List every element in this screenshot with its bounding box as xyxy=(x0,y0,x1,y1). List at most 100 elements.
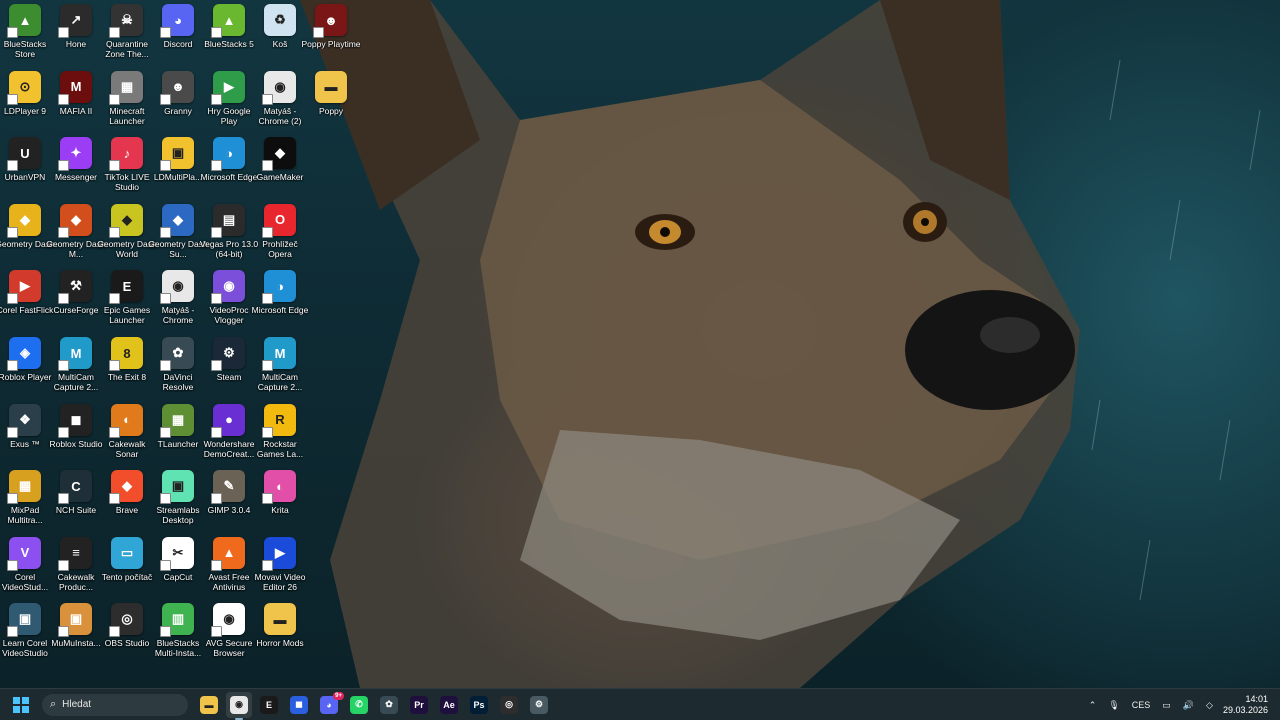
desktop-icon[interactable]: ✎ GIMP 3.0.4 xyxy=(203,470,255,534)
desktop-icon[interactable]: ▭ Tento počítač xyxy=(101,536,153,601)
desktop-icon[interactable]: ◐ Cakewalk Sonar xyxy=(101,403,153,468)
desktop-icon[interactable]: ☻ Granny xyxy=(152,70,204,135)
desktop-icon[interactable]: R Rockstar Games La... xyxy=(254,403,306,468)
whatsapp-icon: ✆ xyxy=(350,695,368,714)
desktop-icon[interactable]: ♻ Koš xyxy=(254,4,306,68)
taskbar-app-epic-games[interactable]: E xyxy=(256,692,282,718)
desktop-icon[interactable]: ✿ DaVinci Resolve xyxy=(152,337,204,401)
desktop-icon[interactable]: ▦ TLauncher xyxy=(152,403,204,468)
taskbar-app-file-explorer[interactable]: ▬ xyxy=(196,692,222,718)
desktop-icon[interactable]: ▣ Learn Corel VideoStudio xyxy=(0,603,51,667)
desktop-icon[interactable]: ◆ Geometry Dash World xyxy=(97,203,157,268)
language-indicator[interactable]: CES xyxy=(1132,700,1151,710)
chevron-up-icon[interactable]: ⌃ xyxy=(1089,700,1097,711)
taskbar-app-photoshop[interactable]: Ps xyxy=(466,692,492,718)
desktop-icon[interactable]: ◉ Matyáš - Chrome xyxy=(152,270,204,334)
app-icon: ◆ xyxy=(109,203,143,238)
desktop-icon[interactable]: ◉ Matyáš - Chrome (2) xyxy=(254,70,306,135)
desktop-icon[interactable]: ✦ Messenger xyxy=(50,137,102,201)
taskbar-app-chrome[interactable]: ◉ xyxy=(226,691,252,720)
desktop-icon[interactable]: ≡ Cakewalk Produc... xyxy=(50,536,102,601)
desktop-icon[interactable]: ◎ OBS Studio xyxy=(101,603,153,667)
monitor-icon[interactable]: ▭ xyxy=(1162,700,1171,711)
desktop-icon[interactable]: ◉ VideoProc Vlogger xyxy=(203,270,255,334)
desktop-icon[interactable]: M MultiCam Capture 2... xyxy=(254,337,306,401)
desktop-icon[interactable]: ✂ CapCut xyxy=(152,536,204,601)
desktop-icon[interactable]: 8 The Exit 8 xyxy=(101,337,153,401)
desktop-icon[interactable]: ◈ Roblox Player xyxy=(0,337,51,401)
desktop-icon[interactable]: ● Wondershare DemoCreat... xyxy=(203,403,255,468)
desktop-icon[interactable]: ❖ Exus ™ xyxy=(0,403,51,468)
windows-logo-icon xyxy=(13,696,29,713)
microphone-icon[interactable]: 🎙 xyxy=(1108,700,1119,711)
taskbar-app-settings[interactable]: ⚙ xyxy=(526,692,552,718)
desktop-icon[interactable]: ▣ LDMultiPla... xyxy=(152,137,204,201)
desktop-icon[interactable]: ▦ Minecraft Launcher xyxy=(101,70,153,135)
desktop-icon[interactable]: ▤ Vegas Pro 13.0 (64-bit) xyxy=(200,203,258,268)
app-icon: ▶ xyxy=(7,270,41,305)
desktop-icon[interactable]: ◆ Brave xyxy=(101,470,153,534)
volume-icon[interactable]: 🔊 xyxy=(1183,700,1194,711)
desktop-icon[interactable]: E Epic Games Launcher xyxy=(101,270,153,334)
taskbar-app-premiere[interactable]: Pr xyxy=(406,692,432,718)
desktop-icon[interactable]: ▶ Hry Google Play xyxy=(203,70,255,135)
network-icon[interactable]: ◇ xyxy=(1206,700,1213,711)
desktop-icon[interactable]: ▬ Poppy xyxy=(305,70,357,135)
desktop-icon[interactable]: ◑ Microsoft Edge xyxy=(201,137,257,201)
desktop-icon[interactable]: ▲ Avast Free Antivirus xyxy=(203,536,255,601)
app-icon: ↗ xyxy=(58,4,92,38)
taskbar-search-box[interactable]: ⌕ Hledat xyxy=(42,693,188,716)
taskbar-app-app-blue[interactable]: ◼ xyxy=(286,692,312,718)
desktop-icon[interactable]: ◆ Geometry Dash Su... xyxy=(148,203,208,268)
taskbar-app-obs[interactable]: ◎ xyxy=(496,692,522,718)
desktop-icon[interactable]: ◕ Discord xyxy=(152,4,204,68)
start-button[interactable] xyxy=(8,692,34,718)
app-icon: E xyxy=(109,270,143,305)
search-icon: ⌕ xyxy=(50,698,57,710)
photoshop-icon: Ps xyxy=(470,695,488,714)
desktop-icon[interactable]: ◉ AVG Secure Browser xyxy=(203,603,255,667)
app-icon: M xyxy=(58,70,92,105)
desktop-icon[interactable]: M MultiCam Capture 2... xyxy=(50,337,102,401)
desktop-icon[interactable]: ▣ MuMuInsta... xyxy=(50,603,102,667)
taskbar-app-whatsapp[interactable]: ✆ xyxy=(346,692,372,718)
clock[interactable]: 14:01 29.03.2026 xyxy=(1223,694,1268,716)
desktop-icon[interactable]: ◐ Krita xyxy=(254,470,306,534)
desktop-icon[interactable]: ⚒ CurseForge xyxy=(50,270,102,334)
app-icon: ▲ xyxy=(211,536,245,571)
desktop-icon[interactable]: ◼ Roblox Studio xyxy=(50,403,102,468)
desktop-icon[interactable]: ▲ BlueStacks Store xyxy=(0,4,51,68)
app-icon: ♪ xyxy=(109,137,143,172)
app-icon: ▬ xyxy=(264,603,296,636)
taskbar-app-discord[interactable]: ◕ 9+ xyxy=(316,691,344,718)
desktop-icon[interactable]: ▶ Corel FastFlick xyxy=(0,270,53,334)
desktop-icon[interactable]: ▦ MixPad Multitra... xyxy=(0,470,51,534)
desktop-icon[interactable]: M MAFIA II xyxy=(50,70,102,135)
desktop-icon[interactable]: U UrbanVPN xyxy=(0,137,51,201)
taskbar-app-after-effects[interactable]: Ae xyxy=(436,692,462,718)
desktop-icon-label: Poppy Playtime xyxy=(301,39,361,49)
taskbar-app-davinci[interactable]: ✿ xyxy=(376,692,402,718)
desktop-icon[interactable]: ◆ Geometry Dash M... xyxy=(46,203,106,268)
desktop-icon[interactable]: ♪ TikTok LIVE Studio xyxy=(101,137,153,201)
desktop-icon[interactable]: ◆ GameMaker xyxy=(254,137,306,201)
desktop-icon[interactable]: ⚙ Steam xyxy=(203,337,255,401)
desktop-icon[interactable]: ☠ Quarantine Zone The... xyxy=(101,4,153,68)
desktop-icon[interactable]: ▥ BlueStacks Multi-Insta... xyxy=(152,603,204,667)
app-icon: ▣ xyxy=(160,470,194,505)
desktop-icon[interactable]: ⊙ LDPlayer 9 xyxy=(0,70,51,135)
desktop-icon[interactable]: C NCH Suite xyxy=(50,470,102,534)
desktop-icon[interactable]: ▲ BlueStacks 5 xyxy=(203,4,255,68)
desktop-icon[interactable]: ▶ Movavi Video Editor 26 xyxy=(254,536,306,601)
desktop-icon[interactable]: ☻ Poppy Playtime xyxy=(301,4,361,68)
desktop-icon[interactable]: ▬ Horror Mods xyxy=(254,603,306,667)
desktop-icon[interactable]: ◆ Geometry Dash xyxy=(0,203,55,268)
desktop-icon[interactable]: ▣ Streamlabs Desktop xyxy=(152,470,204,534)
file-explorer-icon: ▬ xyxy=(200,695,218,714)
desktop-icon[interactable]: ↗ Hone xyxy=(50,4,102,68)
desktop-icon[interactable]: ◑ Microsoft Edge xyxy=(252,270,308,334)
app-icon: C xyxy=(58,470,92,505)
desktop-icon[interactable]: V Corel VideoStud... xyxy=(0,536,51,601)
app-icon: R xyxy=(262,403,296,438)
desktop-icon[interactable]: O Prohlížeč Opera xyxy=(254,203,306,268)
